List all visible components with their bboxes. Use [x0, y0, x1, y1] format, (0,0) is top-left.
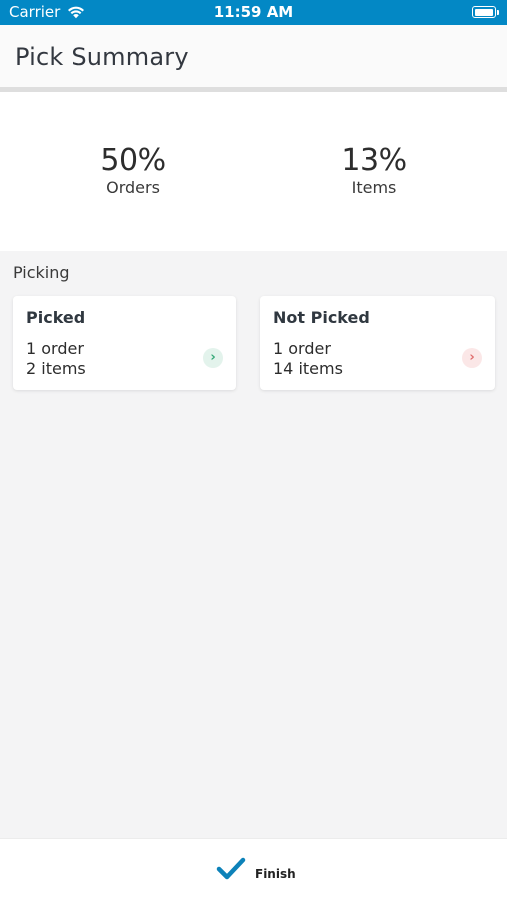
battery-icon	[472, 6, 499, 18]
not-picked-orders-count: 1 order	[273, 339, 331, 358]
picked-card-title: Picked	[26, 308, 86, 327]
finish-button[interactable]: Finish	[216, 857, 296, 881]
orders-percent: 50%	[100, 143, 166, 178]
chevron-right-icon[interactable]: ›	[462, 348, 482, 368]
items-stat: 13% Items	[274, 144, 474, 198]
not-picked-items-count: 14 items	[273, 359, 343, 378]
checkmark-icon	[216, 857, 246, 880]
items-label: Items	[351, 178, 397, 197]
status-bar: Carrier 11:59 AM	[0, 0, 507, 25]
picked-card[interactable]: Picked 1 order 2 items ›	[13, 296, 236, 390]
items-percent: 13%	[341, 143, 407, 178]
bottom-toolbar: Finish	[0, 838, 507, 901]
navigation-bar: Pick Summary	[0, 25, 507, 92]
status-time: 11:59 AM	[213, 3, 294, 21]
not-picked-card-title: Not Picked	[273, 308, 370, 327]
chevron-right-icon[interactable]: ›	[203, 348, 223, 368]
finish-label: Finish	[255, 867, 296, 881]
picked-orders-count: 1 order	[26, 339, 84, 358]
orders-label: Orders	[106, 178, 160, 197]
page-title: Pick Summary	[15, 43, 189, 71]
picked-items-count: 2 items	[26, 359, 86, 378]
not-picked-card[interactable]: Not Picked 1 order 14 items ›	[260, 296, 495, 390]
orders-stat: 50% Orders	[33, 144, 233, 198]
picking-section-label: Picking	[13, 263, 70, 282]
summary-stats: 50% Orders 13% Items	[0, 92, 507, 251]
